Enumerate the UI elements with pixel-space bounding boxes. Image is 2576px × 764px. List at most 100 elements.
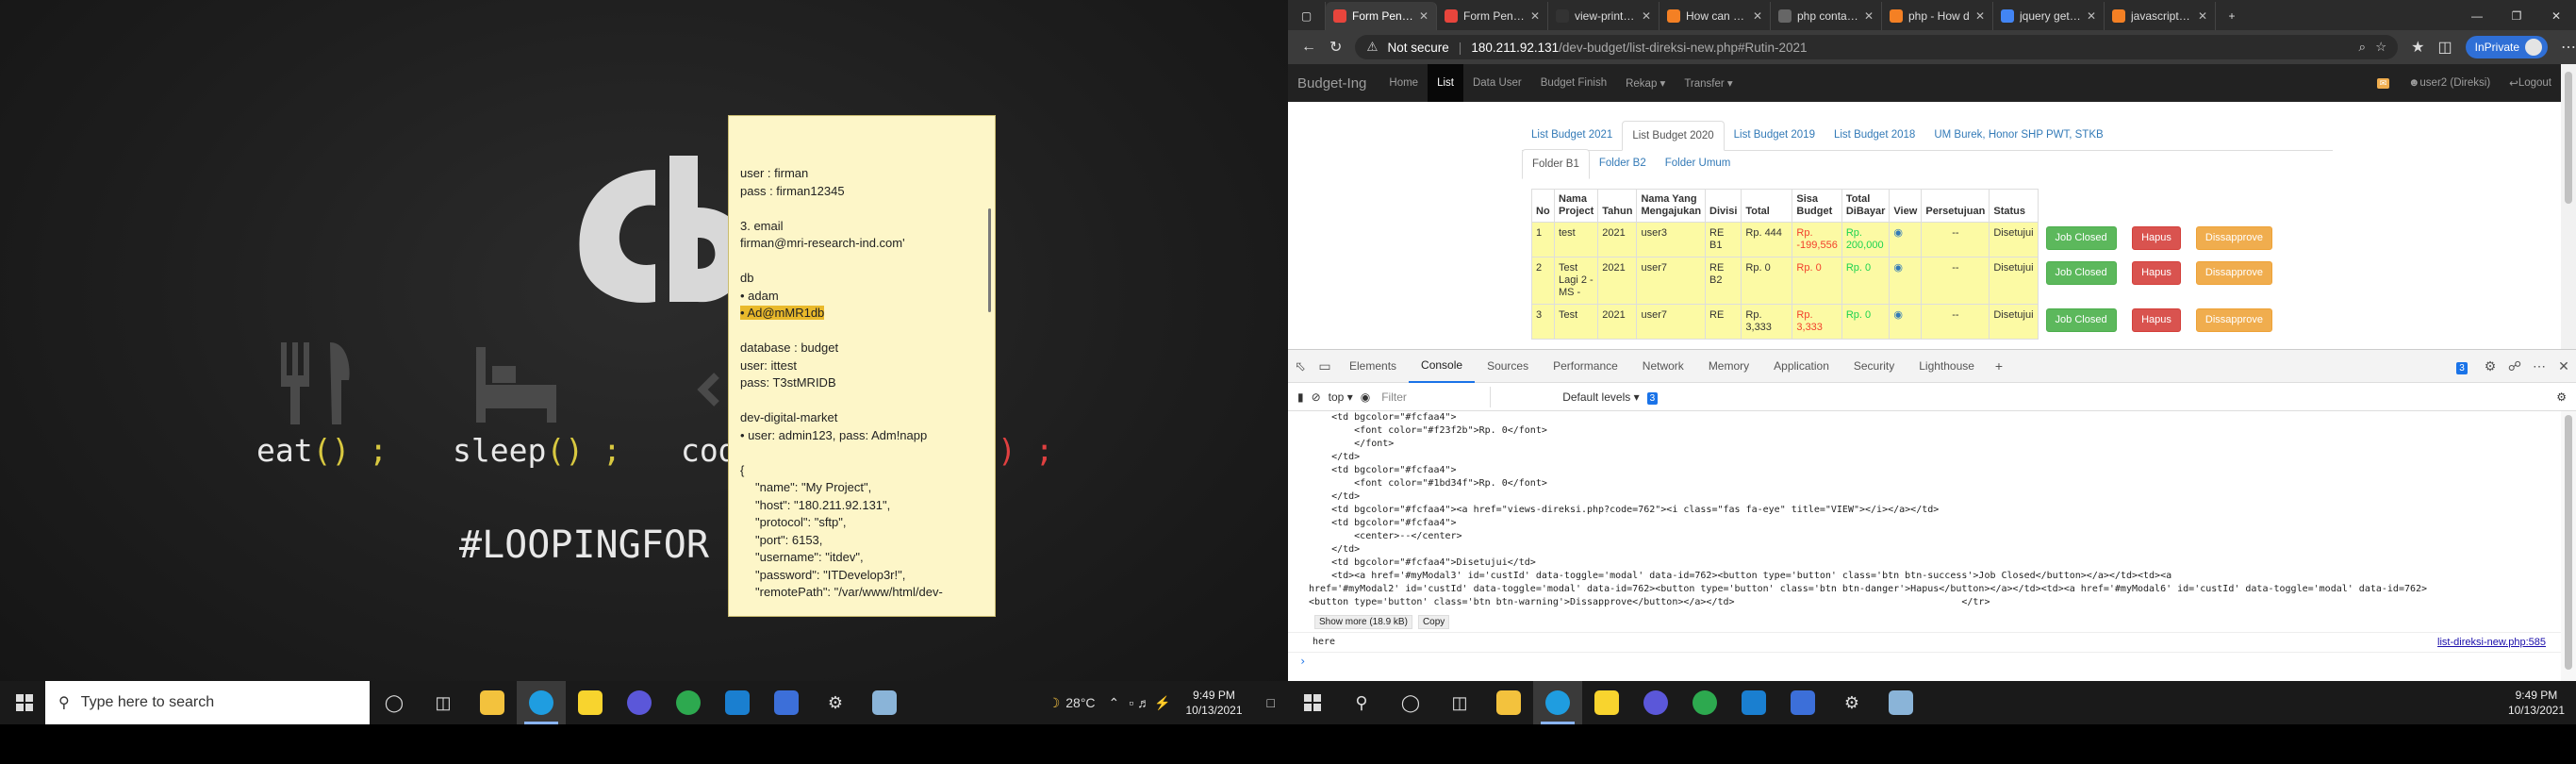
site-nav-item[interactable]: Data User — [1463, 64, 1531, 102]
app-icon-2[interactable] — [1778, 681, 1827, 724]
eye-icon[interactable]: ◉ — [1361, 390, 1370, 404]
mail-icon[interactable]: ✉ — [2368, 64, 2400, 102]
copy-button[interactable]: Copy — [1417, 615, 1450, 629]
tab-actions-icon[interactable]: ▢ — [1288, 2, 1326, 30]
console-html-output[interactable]: <td bgcolor="#fcfaa4"> <font color="#f23… — [1309, 411, 2427, 609]
browser-tab[interactable]: javascript - Sa ✕ — [2105, 2, 2216, 30]
close-tab-icon[interactable]: ✕ — [2087, 9, 2096, 23]
user-menu[interactable]: ☻ user2 (Direksi) — [2399, 64, 2500, 102]
year-tab[interactable]: List Budget 2019 — [1725, 121, 1825, 150]
settings-icon[interactable]: ⚙ — [2478, 358, 2502, 374]
close-window-button[interactable]: ✕ — [2536, 2, 2576, 30]
edge-icon[interactable] — [1533, 681, 1582, 724]
job-closed-button[interactable]: Job Closed — [2045, 260, 2117, 285]
app-icon-1[interactable] — [1631, 681, 1680, 724]
year-tab[interactable]: List Budget 2021 — [1522, 121, 1622, 150]
more-icon[interactable]: ⋯ — [2561, 38, 2576, 57]
tray-icons[interactable]: ▫ ♬ ⚡ — [1129, 695, 1170, 711]
dissapprove-button[interactable]: Dissapprove — [2195, 307, 2273, 332]
zoom-icon[interactable]: ⌕ — [2359, 40, 2367, 55]
inspect-icon[interactable]: ⬁ — [1288, 358, 1313, 374]
log-source-link[interactable]: list-direksi-new.php:585 — [2437, 637, 2546, 648]
cortana-icon[interactable]: ◯ — [370, 681, 419, 724]
folder-tab[interactable]: Folder Umum — [1656, 149, 1741, 178]
devtools-tab[interactable]: Performance — [1541, 349, 1630, 383]
browser-tab[interactable]: jquery get on ✕ — [1993, 2, 2105, 30]
clock[interactable]: 9:49 PM 10/13/2021 — [2497, 688, 2576, 718]
filter-input[interactable]: Filter — [1378, 386, 1492, 407]
eye-icon[interactable]: ◉ — [1893, 262, 1903, 274]
settings-icon[interactable]: ⚙ — [811, 681, 860, 724]
weather-icon[interactable]: ☽ — [1049, 695, 1061, 711]
browser-tab[interactable]: php - How d ✕ — [1882, 2, 1993, 30]
back-icon[interactable]: ← — [1301, 39, 1316, 56]
sticky-note-text[interactable]: user : firman pass : firman12345 3. email f… — [729, 163, 995, 604]
close-tab-icon[interactable]: ✕ — [2198, 9, 2207, 23]
reload-icon[interactable]: ↻ — [1329, 38, 1342, 57]
levels-select[interactable]: Default levels ▾ — [1562, 390, 1639, 404]
dissapprove-button[interactable]: Dissapprove — [2195, 260, 2273, 285]
app-icon-2[interactable] — [762, 681, 811, 724]
inprivate-badge[interactable]: InPrivate — [2465, 36, 2548, 58]
sticky-note-scrollbar[interactable] — [988, 208, 991, 312]
close-tab-icon[interactable]: ✕ — [1975, 9, 1985, 23]
app-icon-3[interactable] — [1876, 681, 1925, 724]
notification-icon[interactable]: □ — [1254, 695, 1288, 710]
devtools-tab[interactable]: Application — [1761, 349, 1841, 383]
new-tab-button[interactable]: + — [2216, 2, 2248, 30]
chrome-icon[interactable] — [1680, 681, 1729, 724]
console-settings-icon[interactable]: ⚙ — [2556, 390, 2576, 404]
clock[interactable]: 9:49 PM 10/13/2021 — [1174, 688, 1253, 718]
folder-tab[interactable]: Folder B2 — [1590, 149, 1656, 178]
job-closed-button[interactable]: Job Closed — [2045, 225, 2117, 250]
console-scroll-thumb[interactable] — [2565, 415, 2572, 670]
task-view-icon[interactable]: ◫ — [1435, 681, 1484, 724]
device-toolbar-icon[interactable]: ▭ — [1313, 358, 1337, 374]
collections-icon[interactable]: ◫ — [2438, 38, 2452, 57]
connect-icon[interactable]: ☍ — [2502, 358, 2527, 374]
star-icon[interactable]: ☆ — [2375, 40, 2386, 55]
minimize-button[interactable]: — — [2457, 2, 2497, 30]
favorites-icon[interactable]: ★ — [2411, 38, 2424, 57]
warning-icon[interactable]: ⚠ — [1366, 40, 1378, 55]
close-tab-icon[interactable]: ✕ — [1419, 9, 1428, 23]
app-icon-3[interactable] — [860, 681, 909, 724]
url-field[interactable]: ⚠ Not secure | 180.211.92.131/dev-budget… — [1355, 35, 2399, 59]
devtools-tab[interactable]: Memory — [1696, 349, 1761, 383]
more-icon[interactable]: ⋯ — [2527, 358, 2551, 374]
hapus-button[interactable]: Hapus — [2132, 307, 2181, 332]
browser-tab[interactable]: Form Pengaju ✕ — [1437, 2, 1548, 30]
logout-link[interactable]: ↩ Logout — [2500, 64, 2561, 102]
app-icon-1[interactable] — [615, 681, 664, 724]
hapus-button[interactable]: Hapus — [2132, 260, 2181, 285]
browser-tab[interactable]: Form Pengajuan ✕ — [1326, 2, 1437, 30]
site-nav-item[interactable]: List — [1428, 64, 1463, 102]
not-secure-label[interactable]: Not secure — [1388, 41, 1449, 55]
year-tab[interactable]: UM Burek, Honor SHP PWT, STKB — [1924, 121, 2112, 150]
dissapprove-button[interactable]: Dissapprove — [2195, 225, 2273, 250]
close-tab-icon[interactable]: ✕ — [1642, 9, 1651, 23]
console-scrollbar[interactable] — [2561, 411, 2576, 681]
vscode-icon[interactable] — [1729, 681, 1778, 724]
eye-icon[interactable]: ◉ — [1893, 227, 1903, 239]
browser-tab[interactable]: view-print-by ✕ — [1548, 2, 1660, 30]
browser-tab[interactable]: How can I ge ✕ — [1660, 2, 1771, 30]
eye-icon[interactable]: ◉ — [1893, 309, 1903, 321]
file-explorer-icon[interactable] — [1484, 681, 1533, 724]
sticky-note-titlebar[interactable] — [729, 116, 995, 163]
start-button[interactable] — [1288, 681, 1337, 724]
vscode-icon[interactable] — [713, 681, 762, 724]
close-tab-icon[interactable]: ✕ — [1753, 9, 1762, 23]
add-tool-icon[interactable]: + — [1987, 358, 2011, 374]
maximize-button[interactable]: ❐ — [2497, 2, 2536, 30]
site-brand[interactable]: Budget-Ing — [1288, 75, 1379, 91]
file-explorer-icon[interactable] — [468, 681, 517, 724]
job-closed-button[interactable]: Job Closed — [2045, 307, 2117, 332]
site-nav-item[interactable]: Transfer ▾ — [1675, 64, 1742, 102]
hapus-button[interactable]: Hapus — [2132, 225, 2181, 250]
site-nav-item[interactable]: Home — [1379, 64, 1428, 102]
settings-icon[interactable]: ⚙ — [1827, 681, 1876, 724]
close-icon[interactable]: ✕ — [2551, 358, 2576, 374]
devtools-tab[interactable]: Elements — [1337, 349, 1409, 383]
page-scrollbar[interactable] — [2561, 64, 2576, 349]
